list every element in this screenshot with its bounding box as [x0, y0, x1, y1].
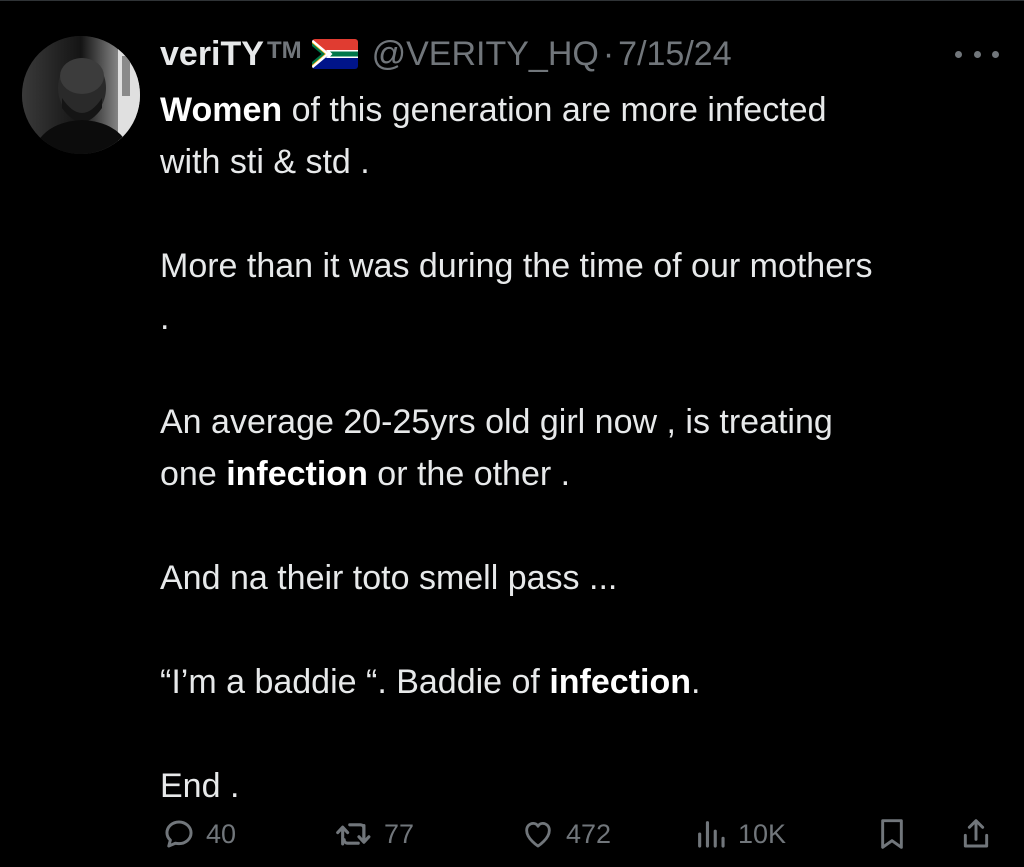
like-button[interactable]: 472 — [520, 812, 611, 856]
share-button[interactable] — [960, 812, 992, 856]
like-count: 472 — [566, 818, 612, 849]
tweet-actions: 40 77 472 10K — [0, 812, 1024, 856]
repost-button[interactable]: 77 — [334, 812, 414, 856]
tweet-line: More than it was during the time of our … — [160, 240, 1010, 292]
bold-text: infection — [226, 455, 368, 493]
more-options-icon[interactable] — [955, 44, 999, 64]
tweet-text-segment: or the other . — [367, 455, 571, 493]
repost-count: 77 — [384, 818, 415, 849]
tweet-date[interactable]: 7/15/24 — [618, 34, 731, 74]
tweet-text-segment: of this generation are more infected — [282, 91, 827, 129]
tweet-line: “I’m a baddie “. Baddie of infection. — [160, 656, 1010, 708]
tweet-text-segment: “I’m a baddie “. Baddie of — [160, 663, 550, 701]
views-chart-icon — [698, 821, 725, 848]
tweet-text-segment: one — [160, 455, 227, 493]
repost-icon — [336, 823, 371, 846]
tweet-line: with sti & std . — [160, 136, 1010, 188]
tweet-text-segment: End . — [160, 767, 240, 805]
share-icon — [963, 819, 989, 848]
more-dot — [955, 50, 962, 58]
reply-count: 40 — [206, 818, 237, 849]
views-count: 10K — [738, 818, 787, 849]
tweet-line: one infection or the other . — [160, 448, 1010, 500]
bold-text: Women — [160, 91, 283, 129]
bookmark-icon — [881, 819, 903, 849]
display-name[interactable]: veriTY — [160, 34, 264, 74]
avatar-photo — [22, 36, 140, 154]
trademark-badge: TM — [266, 37, 302, 64]
tweet-line: An average 20-25yrs old girl now , is tr… — [160, 396, 1010, 448]
tweet-line: . — [160, 292, 1010, 344]
tweet-line: End . — [160, 760, 1010, 812]
user-handle[interactable]: @VERITY_HQ — [372, 34, 599, 74]
avatar[interactable] — [22, 36, 140, 154]
more-dot — [973, 50, 981, 58]
more-dot — [992, 50, 999, 58]
bookmark-button[interactable] — [876, 812, 908, 856]
south-africa-flag-icon — [311, 39, 358, 69]
tweet-text-segment: An average 20-25yrs old girl now , is tr… — [160, 403, 833, 441]
tweet-text-segment: And na their toto smell pass ... — [160, 559, 618, 597]
tweet-text-segment: . — [691, 663, 701, 701]
tweet-text-segment: with sti & std . — [160, 143, 370, 181]
reply-icon — [165, 820, 193, 848]
tweet-line: Women of this generation are more infect… — [160, 84, 1010, 136]
tweet-header: veriTY TM @VERITY_HQ · 7/15/24 — [160, 34, 732, 74]
tweet-text-segment: More than it was during the time of our … — [160, 247, 873, 285]
reply-button[interactable]: 40 — [162, 812, 236, 856]
tweet-text: Women of this generation are more infect… — [160, 84, 1010, 812]
tweet-text-segment: . — [160, 299, 170, 337]
header-separator: · — [602, 35, 615, 73]
tweet-line: And na their toto smell pass ... — [160, 552, 1010, 604]
top-divider — [0, 0, 1024, 1]
bold-text: infection — [549, 663, 691, 701]
views-button[interactable]: 10K — [694, 812, 786, 856]
heart-icon — [525, 821, 551, 848]
